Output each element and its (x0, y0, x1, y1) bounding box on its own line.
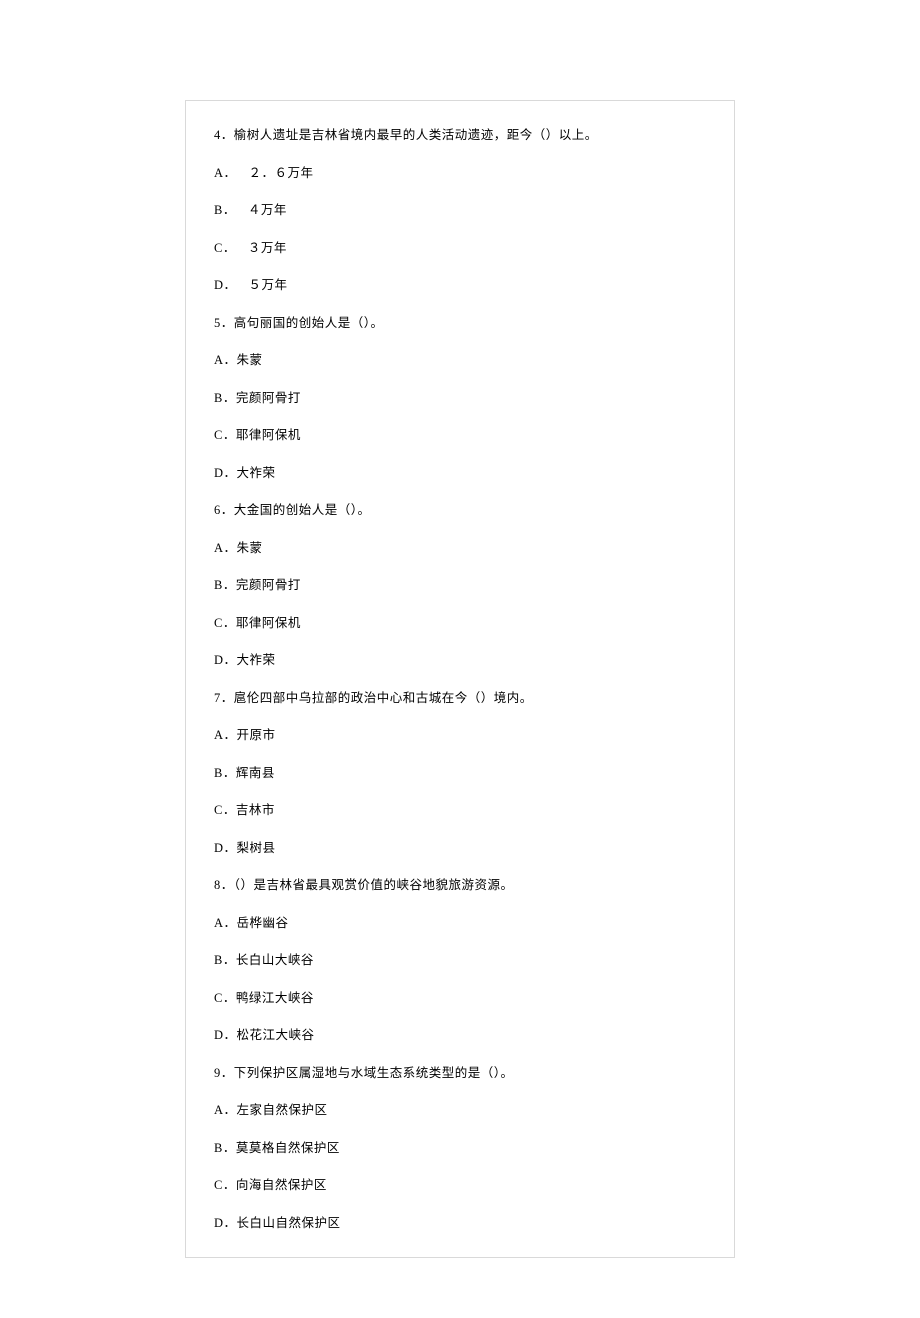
question-option: A．朱蒙 (214, 542, 706, 555)
option-letter: D． (214, 653, 237, 667)
option-text: 梨树县 (237, 841, 276, 855)
question-option: B．莫莫格自然保护区 (214, 1142, 706, 1155)
option-letter: A． (214, 541, 237, 555)
question-stem: 4．榆树人遗址是吉林省境内最早的人类活动遗迹，距今（）以上。 (214, 129, 706, 142)
question-option: D．大祚荣 (214, 654, 706, 667)
option-text: 长白山大峡谷 (236, 953, 314, 967)
question-number: 8． (214, 878, 234, 892)
option-letter: D． (214, 1216, 237, 1230)
option-letter: B． (214, 766, 236, 780)
option-text: 完颜阿骨打 (236, 578, 301, 592)
question-number: 5． (214, 316, 234, 330)
question-number: 7． (214, 691, 234, 705)
option-letter: C． (214, 1178, 236, 1192)
option-text: 莫莫格自然保护区 (236, 1141, 340, 1155)
question-text: 大金国的创始人是（）。 (234, 503, 371, 517)
content-frame: 4．榆树人遗址是吉林省境内最早的人类活动遗迹，距今（）以上。 A． ２．６万年 B… (185, 100, 735, 1258)
question-option: C．向海自然保护区 (214, 1179, 706, 1192)
option-text: 岳桦幽谷 (237, 916, 289, 930)
option-text: 向海自然保护区 (236, 1178, 327, 1192)
option-letter: C． (214, 428, 236, 442)
option-letter: D． (214, 841, 237, 855)
option-text: 大祚荣 (237, 466, 276, 480)
option-text: ３万年 (248, 241, 287, 255)
question-text: 扈伦四部中乌拉部的政治中心和古城在今（）境内。 (234, 691, 533, 705)
question-option: B． ４万年 (214, 204, 706, 217)
option-text: ２．６万年 (249, 166, 314, 180)
question-option: D．长白山自然保护区 (214, 1217, 706, 1230)
question-number: 6． (214, 503, 234, 517)
option-letter: B． (214, 1141, 236, 1155)
question-option: C．耶律阿保机 (214, 429, 706, 442)
option-text: 长白山自然保护区 (237, 1216, 341, 1230)
question-stem: 6．大金国的创始人是（）。 (214, 504, 706, 517)
question-stem: 8．（）是吉林省最具观赏价值的峡谷地貌旅游资源。 (214, 879, 706, 892)
question-option: C．吉林市 (214, 804, 706, 817)
question-option: A． ２．６万年 (214, 167, 706, 180)
option-text: 耶律阿保机 (236, 616, 301, 630)
question-option: B．完颜阿骨打 (214, 392, 706, 405)
option-text: 完颜阿骨打 (236, 391, 301, 405)
option-letter: C． (214, 616, 236, 630)
option-text: 朱蒙 (237, 353, 263, 367)
question-option: A．左家自然保护区 (214, 1104, 706, 1117)
option-text: 左家自然保护区 (237, 1103, 328, 1117)
question-text: 榆树人遗址是吉林省境内最早的人类活动遗迹，距今（）以上。 (234, 128, 598, 142)
option-letter: B． (214, 203, 236, 217)
question-option: D．松花江大峡谷 (214, 1029, 706, 1042)
option-letter: D． (214, 1028, 237, 1042)
option-text: 辉南县 (236, 766, 275, 780)
option-letter: B． (214, 391, 236, 405)
option-letter: C． (214, 241, 236, 255)
question-stem: 5．高句丽国的创始人是（）。 (214, 317, 706, 330)
question-option: D．梨树县 (214, 842, 706, 855)
question-option: A．开原市 (214, 729, 706, 742)
question-number: 9． (214, 1066, 234, 1080)
question-stem: 7．扈伦四部中乌拉部的政治中心和古城在今（）境内。 (214, 692, 706, 705)
question-option: D．大祚荣 (214, 467, 706, 480)
option-text: 耶律阿保机 (236, 428, 301, 442)
option-letter: A． (214, 166, 237, 180)
option-text: 松花江大峡谷 (237, 1028, 315, 1042)
question-option: B．完颜阿骨打 (214, 579, 706, 592)
option-text: 鸭绿江大峡谷 (236, 991, 314, 1005)
question-option: B．辉南县 (214, 767, 706, 780)
question-option: D． ５万年 (214, 279, 706, 292)
option-letter: C． (214, 991, 236, 1005)
option-letter: A． (214, 353, 237, 367)
option-text: ５万年 (249, 278, 288, 292)
option-text: 大祚荣 (237, 653, 276, 667)
question-stem: 9．下列保护区属湿地与水域生态系统类型的是（）。 (214, 1067, 706, 1080)
question-option: C． ３万年 (214, 242, 706, 255)
question-option: A．岳桦幽谷 (214, 917, 706, 930)
question-option: B．长白山大峡谷 (214, 954, 706, 967)
option-letter: D． (214, 466, 237, 480)
question-text: （）是吉林省最具观赏价值的峡谷地貌旅游资源。 (234, 878, 514, 892)
option-text: 开原市 (237, 728, 276, 742)
question-option: C．耶律阿保机 (214, 617, 706, 630)
option-letter: C． (214, 803, 236, 817)
question-number: 4． (214, 128, 234, 142)
option-letter: A． (214, 1103, 237, 1117)
question-option: A．朱蒙 (214, 354, 706, 367)
option-letter: A． (214, 728, 237, 742)
option-letter: A． (214, 916, 237, 930)
option-text: ４万年 (248, 203, 287, 217)
document-page: 4．榆树人遗址是吉林省境内最早的人类活动遗迹，距今（）以上。 A． ２．６万年 B… (0, 0, 920, 1318)
option-text: 吉林市 (236, 803, 275, 817)
question-text: 高句丽国的创始人是（）。 (234, 316, 384, 330)
option-letter: D． (214, 278, 237, 292)
option-letter: B． (214, 953, 236, 967)
option-text: 朱蒙 (237, 541, 263, 555)
question-option: C．鸭绿江大峡谷 (214, 992, 706, 1005)
question-text: 下列保护区属湿地与水域生态系统类型的是（）。 (234, 1066, 514, 1080)
option-letter: B． (214, 578, 236, 592)
